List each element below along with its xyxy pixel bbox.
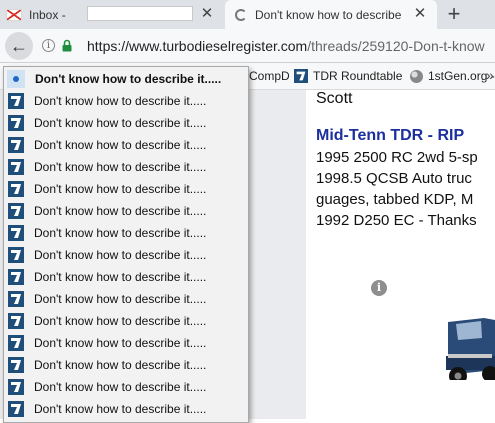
bookmark-label: TDR Roundtable — [313, 69, 403, 83]
tdr-favicon-icon — [8, 181, 24, 197]
bookmark-label: 1stGen.org - — [428, 69, 495, 83]
history-item-label: Don't know how to describe it..... — [34, 248, 207, 262]
bookmarks-overflow-button[interactable]: » — [486, 67, 494, 83]
history-item[interactable]: Don't know how to describe it..... — [4, 200, 248, 222]
history-item-label: Don't know how to describe it..... — [34, 336, 207, 350]
post-username[interactable]: Scott — [316, 90, 352, 108]
history-item-label: Don't know how to describe it..... — [34, 358, 207, 372]
tdr-icon — [294, 69, 308, 83]
tab-inbox[interactable]: Inbox - ✕ — [0, 0, 224, 29]
history-item[interactable]: Don't know how to describe it..... — [4, 332, 248, 354]
history-item-label: Don't know how to describe it..... — [34, 270, 207, 284]
history-item[interactable]: Don't know how to describe it..... — [4, 376, 248, 398]
truck-photo — [426, 310, 495, 419]
new-tab-button[interactable]: + — [444, 2, 464, 26]
history-item-label: Don't know how to describe it..... — [34, 226, 207, 240]
address-toolbar: ← i https://www.turbodieselregister.com/… — [0, 29, 495, 63]
tdr-favicon-icon — [8, 203, 24, 219]
history-item-label: Don't know how to describe it..... — [34, 94, 207, 108]
history-item[interactable]: Don't know how to describe it..... — [4, 266, 248, 288]
tdr-favicon-icon — [8, 269, 24, 285]
history-item[interactable]: Don't know how to describe it..... — [4, 398, 248, 420]
history-item[interactable]: Don't know how to describe it..... — [4, 112, 248, 134]
history-item-label: Don't know how to describe it..... — [34, 402, 207, 416]
tdr-favicon-icon — [8, 137, 24, 153]
globe-icon — [410, 69, 423, 83]
history-item[interactable]: Don't know how to describe it..... — [4, 310, 248, 332]
url-field[interactable]: https://www.turbodieselregister.com/thre… — [87, 38, 485, 54]
history-list: Don't know how to describe it..... Don't … — [4, 90, 248, 420]
history-item[interactable]: Don't know how to describe it..... — [4, 222, 248, 244]
site-info-icon[interactable]: i — [42, 39, 55, 52]
tdr-favicon-icon — [8, 313, 24, 329]
tab-title: Inbox - — [29, 7, 66, 22]
truck-image — [426, 310, 495, 419]
url-path: /threads/259120-Don-t-know — [307, 38, 485, 54]
gmail-icon — [6, 8, 22, 21]
bookmark-tdr-roundtable[interactable]: TDR Roundtable — [294, 69, 402, 83]
post-info-icon[interactable]: i — [371, 280, 387, 296]
tab-title: Don't know how to describe — [255, 7, 402, 22]
history-item[interactable]: Don't know how to describe it..... — [4, 288, 248, 310]
signature-line: guages, tabbed KDP, M — [316, 191, 474, 208]
history-item-label: Don't know how to describe it..... — [34, 116, 207, 130]
signature-line: 1998.5 QCSB Auto truc — [316, 170, 472, 187]
history-item-label: Don't know how to describe it..... — [35, 72, 222, 86]
history-item-label: Don't know how to describe it..... — [34, 138, 207, 152]
lock-icon[interactable] — [62, 39, 72, 52]
tdr-favicon-icon — [8, 93, 24, 109]
history-item[interactable]: Don't know how to describe it..... — [4, 178, 248, 200]
history-item[interactable]: Don't know how to describe it..... — [4, 244, 248, 266]
back-button[interactable]: ← — [5, 32, 33, 60]
tdr-favicon-icon — [8, 357, 24, 373]
history-item-label: Don't know how to describe it..... — [34, 314, 207, 328]
tdr-favicon-icon — [8, 291, 24, 307]
tdr-favicon-icon — [8, 335, 24, 351]
history-item[interactable]: Don't know how to describe it..... — [4, 354, 248, 376]
tab-thread[interactable]: Don't know how to describe ✕ — [225, 0, 437, 29]
history-item-label: Don't know how to describe it..... — [34, 204, 207, 218]
tab-close-icon[interactable]: ✕ — [200, 6, 214, 21]
history-item[interactable]: Don't know how to describe it..... — [4, 134, 248, 156]
tdr-favicon-icon — [8, 115, 24, 131]
current-page-dot-icon — [7, 70, 25, 88]
loading-icon — [235, 8, 247, 21]
back-history-menu: Don't know how to describe it..... Don't… — [3, 66, 249, 423]
history-item-label: Don't know how to describe it..... — [34, 160, 207, 174]
signature-line: 1995 2500 RC 2wd 5-sp — [316, 149, 478, 166]
tab-close-icon[interactable]: ✕ — [413, 6, 427, 21]
tdr-favicon-icon — [8, 401, 24, 417]
tab-strip: Inbox - ✕ Don't know how to describe ✕ + — [0, 0, 495, 29]
redacted-box — [87, 6, 193, 21]
history-item[interactable]: Don't know how to describe it..... — [4, 156, 248, 178]
signature-title: Mid-Tenn TDR - RIP — [316, 127, 465, 144]
bookmark-compd[interactable]: CompD — [249, 69, 290, 83]
bookmark-label: CompD — [249, 69, 290, 83]
signature-line: 1992 D250 EC - Thanks — [316, 212, 477, 229]
bookmark-1stgen[interactable]: 1stGen.org - — [410, 69, 495, 83]
tdr-favicon-icon — [8, 159, 24, 175]
tdr-favicon-icon — [8, 379, 24, 395]
history-item-current[interactable]: Don't know how to describe it..... — [4, 68, 248, 90]
tdr-favicon-icon — [8, 247, 24, 263]
history-item-label: Don't know how to describe it..... — [34, 182, 207, 196]
history-item[interactable]: Don't know how to describe it..... — [4, 90, 248, 112]
history-item-label: Don't know how to describe it..... — [34, 380, 207, 394]
tdr-favicon-icon — [8, 225, 24, 241]
url-host: https://www.turbodieselregister.com — [87, 38, 308, 54]
history-item-label: Don't know how to describe it..... — [34, 292, 207, 306]
